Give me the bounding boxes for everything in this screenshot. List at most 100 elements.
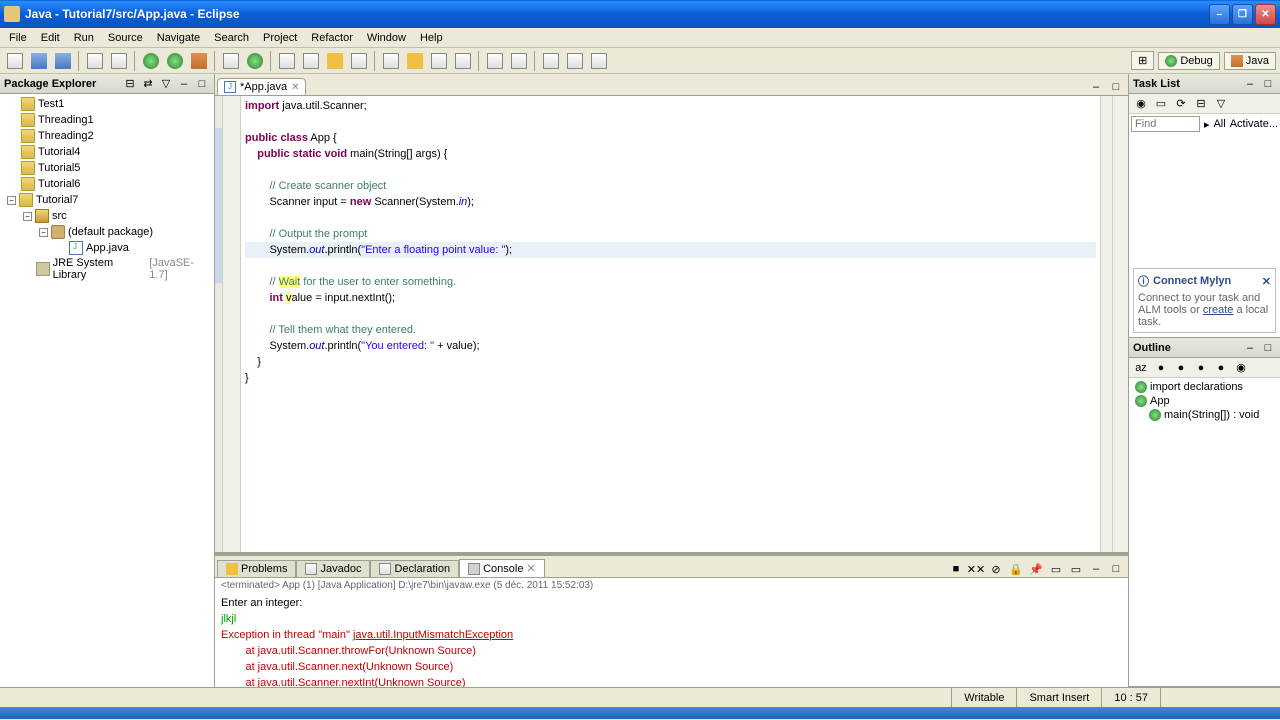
task-sync-button[interactable]: ⟳	[1173, 96, 1189, 112]
annotation-button[interactable]	[324, 50, 346, 72]
tab-declaration[interactable]: Declaration	[370, 560, 459, 577]
outline-min-button[interactable]: –	[1242, 340, 1258, 356]
bottom-maximize-button[interactable]: □	[1108, 561, 1124, 577]
tree-toggle-icon[interactable]: −	[39, 228, 48, 237]
task-list-max-button[interactable]: □	[1260, 76, 1276, 92]
task-cat-button[interactable]: ▭	[1153, 96, 1169, 112]
outline-item[interactable]: App	[1131, 394, 1278, 408]
java-perspective-button[interactable]: Java	[1224, 52, 1276, 70]
open-type-button[interactable]	[276, 50, 298, 72]
menu-help[interactable]: Help	[413, 30, 450, 46]
toggle-breadcrumb-button[interactable]	[380, 50, 402, 72]
console-clear-button[interactable]: ⊘	[988, 561, 1004, 577]
outline-filter3-button[interactable]: ●	[1193, 360, 1209, 376]
console-pin-button[interactable]: 📌	[1028, 561, 1044, 577]
new-class-button[interactable]	[244, 50, 266, 72]
line-gutter[interactable]	[223, 96, 241, 552]
forward-button[interactable]	[588, 50, 610, 72]
menu-window[interactable]: Window	[360, 30, 413, 46]
task-list-min-button[interactable]: –	[1242, 76, 1258, 92]
menu-project[interactable]: Project	[256, 30, 304, 46]
outline-tree[interactable]: import declarationsAppmain(String[]) : v…	[1129, 378, 1280, 424]
mylyn-close-icon[interactable]: ✕	[1262, 275, 1271, 288]
outline-focus-button[interactable]: ◉	[1233, 360, 1249, 376]
tree-item[interactable]: Threading2	[2, 128, 212, 144]
close-tab-icon[interactable]: ✕	[526, 562, 535, 575]
task-find-go[interactable]: ▸	[1204, 118, 1210, 131]
link-editor-button[interactable]: ⇄	[140, 76, 156, 92]
run-button[interactable]	[164, 50, 186, 72]
tab-console[interactable]: Console ✕	[459, 559, 545, 577]
console-display-button[interactable]: ▭	[1048, 561, 1064, 577]
search-button[interactable]	[300, 50, 322, 72]
maximize-button[interactable]: ❐	[1232, 4, 1253, 25]
outline-item[interactable]: import declarations	[1131, 380, 1278, 394]
back-button[interactable]	[564, 50, 586, 72]
windows-taskbar[interactable]	[0, 707, 1280, 719]
tab-javadoc[interactable]: Javadoc	[296, 560, 370, 577]
bottom-minimize-button[interactable]: –	[1088, 561, 1104, 577]
tree-toggle-icon[interactable]: −	[7, 196, 16, 205]
minimize-view-button[interactable]: –	[176, 76, 192, 92]
outline-filter4-button[interactable]: ●	[1213, 360, 1229, 376]
menu-search[interactable]: Search	[207, 30, 256, 46]
menu-refactor[interactable]: Refactor	[304, 30, 360, 46]
tree-item[interactable]: Tutorial5	[2, 160, 212, 176]
tree-item[interactable]: Threading1	[2, 112, 212, 128]
task-collapse-button[interactable]: ⊟	[1193, 96, 1209, 112]
close-button[interactable]: ✕	[1255, 4, 1276, 25]
new-button[interactable]	[4, 50, 26, 72]
menu-file[interactable]: File	[2, 30, 34, 46]
save-button[interactable]	[28, 50, 50, 72]
close-tab-icon[interactable]: ✕	[291, 82, 299, 93]
menu-navigate[interactable]: Navigate	[150, 30, 207, 46]
tree-item[interactable]: Tutorial4	[2, 144, 212, 160]
outline-max-button[interactable]: □	[1260, 340, 1276, 356]
block-select-button[interactable]	[428, 50, 450, 72]
mark-occurrences-button[interactable]	[404, 50, 426, 72]
outline-sort-button[interactable]: az	[1133, 360, 1149, 376]
tab-problems[interactable]: Problems	[217, 560, 296, 577]
open-perspective-button[interactable]: ⊞	[1131, 51, 1154, 70]
folding-ruler[interactable]	[215, 96, 223, 552]
tree-item[interactable]: JRE System Library [JavaSE-1.7]	[2, 256, 212, 282]
view-menu-button[interactable]: ▽	[158, 76, 174, 92]
task-button[interactable]	[348, 50, 370, 72]
tree-item[interactable]: App.java	[2, 240, 212, 256]
outline-filter2-button[interactable]: ●	[1173, 360, 1189, 376]
debug-perspective-button[interactable]: Debug	[1158, 52, 1219, 70]
prev-annotation-button[interactable]	[508, 50, 530, 72]
outline-filter1-button[interactable]: ●	[1153, 360, 1169, 376]
console-terminate-button[interactable]: ■	[948, 561, 964, 577]
console-output[interactable]: Enter an integer: jlkjlException in thre…	[215, 593, 1128, 687]
minimize-button[interactable]: –	[1209, 4, 1230, 25]
tree-item[interactable]: −(default package)	[2, 224, 212, 240]
last-edit-button[interactable]	[540, 50, 562, 72]
maximize-view-button[interactable]: □	[194, 76, 210, 92]
ext-tools-button[interactable]	[188, 50, 210, 72]
task-activate[interactable]: Activate...	[1230, 118, 1278, 130]
mylyn-create-link[interactable]: create	[1203, 304, 1234, 316]
stacktrace-link[interactable]: java.util.InputMismatchException	[353, 629, 513, 641]
menu-edit[interactable]: Edit	[34, 30, 67, 46]
menu-run[interactable]: Run	[67, 30, 101, 46]
task-filter-all[interactable]: All	[1213, 118, 1225, 130]
tree-toggle-icon[interactable]: −	[23, 212, 32, 221]
tree-item[interactable]: Tutorial6	[2, 176, 212, 192]
vertical-scrollbar[interactable]	[1112, 96, 1128, 552]
editor-maximize-button[interactable]: □	[1108, 79, 1124, 95]
package-explorer-tree[interactable]: Test1Threading1Threading2Tutorial4Tutori…	[0, 94, 214, 687]
debug-button[interactable]	[140, 50, 162, 72]
console-open-button[interactable]: ▭	[1068, 561, 1084, 577]
tree-item[interactable]: −Tutorial7	[2, 192, 212, 208]
next-annotation-button[interactable]	[484, 50, 506, 72]
print-button[interactable]	[84, 50, 106, 72]
overview-ruler[interactable]	[1100, 96, 1112, 552]
new-task-button[interactable]: ◉	[1133, 96, 1149, 112]
task-find-input[interactable]	[1131, 116, 1200, 132]
tree-item[interactable]: −src	[2, 208, 212, 224]
save-all-button[interactable]	[52, 50, 74, 72]
tree-item[interactable]: Test1	[2, 96, 212, 112]
build-button[interactable]	[108, 50, 130, 72]
console-remove-button[interactable]: ✕✕	[968, 561, 984, 577]
